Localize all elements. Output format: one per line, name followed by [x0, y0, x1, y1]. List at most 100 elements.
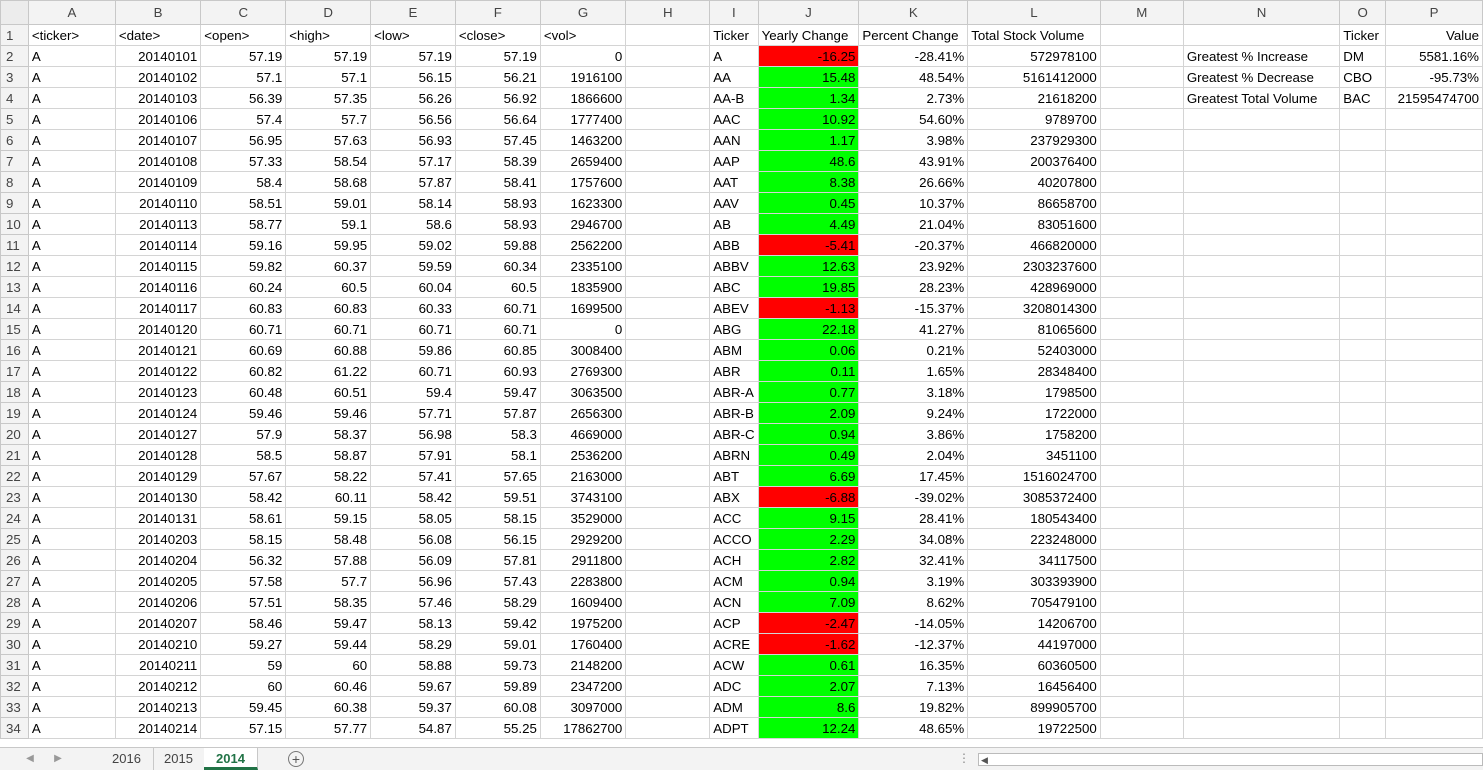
cell-d[interactable]: 58.22	[285, 465, 372, 487]
row-header[interactable]: 19	[0, 402, 29, 424]
cell-j[interactable]: 9.15	[757, 507, 860, 529]
cell-f[interactable]: 60.5	[454, 276, 541, 298]
cell-f[interactable]: 59.01	[454, 633, 541, 655]
cell-j[interactable]: 0.94	[757, 570, 860, 592]
row-header[interactable]: 5	[0, 108, 29, 130]
cell-i[interactable]: ABG	[709, 318, 759, 340]
cell-i[interactable]: A	[709, 45, 759, 67]
cell-k[interactable]: 28.41%	[858, 507, 969, 529]
cell-d[interactable]: 58.35	[285, 591, 372, 613]
cell-c[interactable]: 58.61	[200, 507, 287, 529]
cell-d[interactable]: 60.37	[285, 255, 372, 277]
cell-j[interactable]: 0.45	[757, 192, 860, 214]
cell-g[interactable]: 3743100	[539, 486, 627, 508]
cell-h[interactable]	[625, 318, 711, 340]
cell-l[interactable]: 3208014300	[967, 297, 1101, 319]
cell-j[interactable]: 8.38	[757, 171, 860, 193]
cell-o[interactable]	[1339, 381, 1387, 403]
cell-a[interactable]: A	[27, 276, 116, 298]
cell-c[interactable]: <open>	[200, 24, 287, 46]
row-header[interactable]: 21	[0, 444, 29, 466]
cell-l[interactable]: 81065600	[967, 318, 1101, 340]
cell-n[interactable]	[1182, 465, 1341, 487]
cell-c[interactable]: 60.82	[200, 360, 287, 382]
cell-l[interactable]: 200376400	[967, 150, 1101, 172]
cell-f[interactable]: 57.81	[454, 549, 541, 571]
cell-b[interactable]: <date>	[114, 24, 202, 46]
cell-m[interactable]	[1099, 507, 1184, 529]
cell-i[interactable]: AAC	[709, 108, 759, 130]
cell-m[interactable]	[1099, 255, 1184, 277]
cell-c[interactable]: 59.82	[200, 255, 287, 277]
cell-p[interactable]	[1385, 297, 1483, 319]
row-header[interactable]: 15	[0, 318, 29, 340]
cell-a[interactable]: A	[27, 654, 116, 676]
cell-o[interactable]	[1339, 213, 1387, 235]
cell-p[interactable]	[1385, 318, 1483, 340]
cell-p[interactable]	[1385, 213, 1483, 235]
cell-o[interactable]	[1339, 255, 1387, 277]
cell-h[interactable]	[625, 129, 711, 151]
cell-k[interactable]: 21.04%	[858, 213, 969, 235]
cell-o[interactable]	[1339, 339, 1387, 361]
cell-j[interactable]: 2.29	[757, 528, 860, 550]
cell-c[interactable]: 57.9	[200, 423, 287, 445]
cell-i[interactable]: ABEV	[709, 297, 759, 319]
cell-e[interactable]: 57.19	[370, 45, 456, 67]
cell-g[interactable]: 3529000	[539, 507, 627, 529]
cell-p[interactable]	[1385, 276, 1483, 298]
cell-i[interactable]: ABR	[709, 360, 759, 382]
cell-m[interactable]	[1099, 339, 1184, 361]
cell-j[interactable]: 2.07	[757, 675, 860, 697]
cell-c[interactable]: 58.15	[200, 528, 287, 550]
cell-l[interactable]: 1722000	[967, 402, 1101, 424]
cell-g[interactable]: 2536200	[539, 444, 627, 466]
cell-p[interactable]	[1385, 402, 1483, 424]
cell-h[interactable]	[625, 654, 711, 676]
cell-m[interactable]	[1099, 213, 1184, 235]
cell-e[interactable]: 56.26	[370, 87, 456, 109]
cell-k[interactable]: 3.86%	[858, 423, 969, 445]
cell-c[interactable]: 57.19	[200, 45, 287, 67]
cell-f[interactable]: 55.25	[454, 717, 541, 739]
cell-c[interactable]: 59.46	[200, 402, 287, 424]
cell-n[interactable]	[1182, 507, 1341, 529]
cell-o[interactable]: BAC	[1339, 87, 1387, 109]
cell-n[interactable]	[1182, 129, 1341, 151]
cell-i[interactable]: ABR-C	[709, 423, 759, 445]
cell-o[interactable]	[1339, 297, 1387, 319]
cell-f[interactable]: 59.47	[454, 381, 541, 403]
next-sheet-icon[interactable]: ▶	[50, 752, 66, 766]
cell-g[interactable]: 0	[539, 45, 627, 67]
cell-b[interactable]: 20140121	[114, 339, 202, 361]
cell-d[interactable]: 57.35	[285, 87, 372, 109]
cell-g[interactable]: 2946700	[539, 213, 627, 235]
cell-p[interactable]	[1385, 171, 1483, 193]
cell-l[interactable]: 19722500	[967, 717, 1101, 739]
cell-e[interactable]: 59.37	[370, 696, 456, 718]
cell-c[interactable]: 59.16	[200, 234, 287, 256]
cell-d[interactable]: 57.1	[285, 66, 372, 88]
cell-n[interactable]: Greatest % Increase	[1182, 45, 1341, 67]
cell-a[interactable]: A	[27, 129, 116, 151]
cell-o[interactable]	[1339, 549, 1387, 571]
cell-o[interactable]	[1339, 318, 1387, 340]
cell-a[interactable]: A	[27, 444, 116, 466]
cell-p[interactable]	[1385, 360, 1483, 382]
cell-o[interactable]	[1339, 507, 1387, 529]
cell-i[interactable]: ABX	[709, 486, 759, 508]
cell-i[interactable]: ABR-B	[709, 402, 759, 424]
cell-k[interactable]: -12.37%	[858, 633, 969, 655]
cell-e[interactable]: 58.29	[370, 633, 456, 655]
cell-i[interactable]: ACN	[709, 591, 759, 613]
cell-o[interactable]	[1339, 633, 1387, 655]
cell-h[interactable]	[625, 717, 711, 739]
cell-f[interactable]: 58.1	[454, 444, 541, 466]
cell-d[interactable]: 59.1	[285, 213, 372, 235]
cell-f[interactable]: 58.3	[454, 423, 541, 445]
cell-p[interactable]	[1385, 381, 1483, 403]
cell-c[interactable]: 60.83	[200, 297, 287, 319]
cell-c[interactable]: 60.48	[200, 381, 287, 403]
cell-d[interactable]: 60.46	[285, 675, 372, 697]
cell-e[interactable]: 58.6	[370, 213, 456, 235]
